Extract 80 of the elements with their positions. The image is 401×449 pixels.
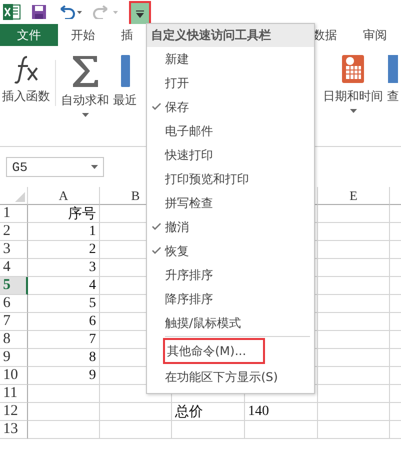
- row-header[interactable]: 4: [0, 259, 28, 277]
- check-icon: [152, 247, 161, 254]
- table-cell: 1: [28, 223, 100, 241]
- row-header[interactable]: 3: [0, 241, 28, 259]
- file-tab[interactable]: 文件: [0, 24, 58, 46]
- caret-icon: [350, 109, 356, 113]
- save-button[interactable]: [31, 2, 47, 22]
- table-cell: [28, 385, 100, 403]
- row-header[interactable]: 12: [0, 403, 28, 421]
- table-cell: [28, 403, 100, 421]
- table-cell: [28, 421, 100, 439]
- row-header[interactable]: 5: [0, 277, 28, 295]
- table-cell: 2: [28, 241, 100, 259]
- menu-item[interactable]: 升序排序: [147, 263, 314, 287]
- row-header[interactable]: 13: [0, 421, 28, 439]
- name-box[interactable]: G5: [6, 157, 104, 177]
- table-cell: 4: [28, 277, 100, 295]
- row-header[interactable]: 7: [0, 313, 28, 331]
- table-cell: [100, 403, 172, 421]
- table-cell: [318, 313, 390, 331]
- check-icon: [152, 223, 161, 230]
- menu-item[interactable]: 在功能区下方显示(S): [147, 365, 314, 389]
- table-cell: 3: [28, 259, 100, 277]
- menu-item[interactable]: 触摸/鼠标模式: [147, 311, 314, 335]
- row-header[interactable]: 8: [0, 331, 28, 349]
- ribbon-button[interactable]: 日期和时间: [321, 46, 385, 146]
- table-cell: [318, 349, 390, 367]
- ribbon-button[interactable]: 最近: [111, 46, 139, 146]
- menu-item[interactable]: 电子邮件: [147, 119, 314, 143]
- row-header[interactable]: 6: [0, 295, 28, 313]
- table-cell: [318, 367, 390, 385]
- menu-item[interactable]: 恢复: [147, 239, 314, 263]
- table-cell: [318, 331, 390, 349]
- table-cell: [318, 385, 390, 403]
- table-cell: [318, 223, 390, 241]
- redo-arrow-icon: [93, 5, 119, 19]
- menu-item[interactable]: 打开: [147, 71, 314, 95]
- menu-item[interactable]: 撤消: [147, 215, 314, 239]
- corner-triangle-icon: [15, 192, 25, 202]
- check-icon: [152, 103, 161, 110]
- table-cell: 序号: [28, 205, 100, 223]
- table-cell: [318, 421, 390, 439]
- row-header[interactable]: 9: [0, 349, 28, 367]
- menu-item[interactable]: 降序排序: [147, 287, 314, 311]
- spreadsheet-logo-icon: [3, 3, 21, 21]
- row-header[interactable]: 2: [0, 223, 28, 241]
- book-icon: [120, 54, 130, 88]
- row-header[interactable]: 10: [0, 367, 28, 385]
- row-header[interactable]: 1: [0, 205, 28, 223]
- menu-title: 自定义快速访问工具栏: [147, 24, 314, 47]
- menu-item[interactable]: 保存: [147, 95, 314, 119]
- table-cell: 8: [28, 349, 100, 367]
- table-cell: [318, 277, 390, 295]
- table-cell: [318, 259, 390, 277]
- table-cell: 5: [28, 295, 100, 313]
- sigma-icon: [70, 54, 100, 88]
- menu-item[interactable]: 快速打印: [147, 143, 314, 167]
- column-header[interactable]: E: [318, 187, 390, 205]
- row-header[interactable]: 11: [0, 385, 28, 403]
- dropdown-icon: [136, 10, 144, 18]
- table-cell: 总价: [172, 403, 245, 421]
- table-cell: 6: [28, 313, 100, 331]
- menu-item[interactable]: 新建: [147, 47, 314, 71]
- ribbon-button[interactable]: 查: [385, 46, 401, 146]
- caret-icon: [82, 113, 88, 117]
- table-cell: [318, 295, 390, 313]
- table-cell: [318, 205, 390, 223]
- menu-item[interactable]: 其他命令(M)...: [167, 342, 246, 360]
- table-cell: 7: [28, 331, 100, 349]
- table-cell: 140: [245, 403, 318, 421]
- table-cell: 9: [28, 367, 100, 385]
- caret-icon: [91, 165, 98, 169]
- ribbon-button[interactable]: 插入函数: [0, 46, 52, 146]
- table-cell: [318, 403, 390, 421]
- table-cell: [100, 421, 172, 439]
- calendar-icon: [341, 54, 365, 84]
- ribbon-button[interactable]: 自动求和: [59, 46, 111, 146]
- table-cell: [318, 241, 390, 259]
- book-icon: [388, 54, 398, 84]
- column-header[interactable]: A: [28, 187, 100, 205]
